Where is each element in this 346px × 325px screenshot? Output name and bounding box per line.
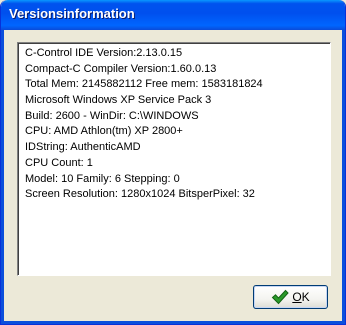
ok-button-label: OK: [292, 290, 309, 304]
checkmark-icon: [272, 289, 290, 305]
version-info-dialog: Versionsinformation C-Control IDE Versio…: [0, 0, 346, 325]
info-line-build: Build: 2600 - WinDir: C:\WINDOWS: [25, 109, 199, 122]
version-info-list: C-Control IDE Version:2.13.0.15 Compact-…: [25, 46, 263, 203]
info-line-cpu-count: CPU Count: 1: [25, 156, 93, 169]
window-frame-right: [342, 30, 345, 324]
info-line-idstring: IDString: AuthenticAMD: [25, 141, 141, 154]
version-info-panel: C-Control IDE Version:2.13.0.15 Compact-…: [17, 42, 331, 276]
info-line-model: Model: 10 Family: 6 Stepping: 0: [25, 172, 180, 185]
info-line-memory: Total Mem: 2145882112 Free mem: 15831818…: [25, 78, 263, 91]
info-line-os: Microsoft Windows XP Service Pack 3: [25, 94, 212, 107]
info-line-compiler-version: Compact-C Compiler Version:1.60.0.13: [25, 62, 217, 75]
window-frame-left: [1, 30, 4, 324]
window-title: Versionsinformation: [9, 6, 135, 21]
info-line-ide-version: C-Control IDE Version:2.13.0.15: [25, 47, 183, 59]
ok-mnemonic: O: [292, 290, 302, 304]
info-line-cpu: CPU: AMD Athlon(tm) XP 2800+: [25, 125, 183, 138]
title-bar[interactable]: Versionsinformation: [1, 0, 345, 30]
ok-button[interactable]: OK: [253, 285, 328, 309]
window-frame-bottom: [1, 321, 345, 324]
info-line-screen: Screen Resolution: 1280x1024 BitsperPixe…: [25, 188, 255, 201]
ok-label-rest: K: [301, 290, 310, 304]
